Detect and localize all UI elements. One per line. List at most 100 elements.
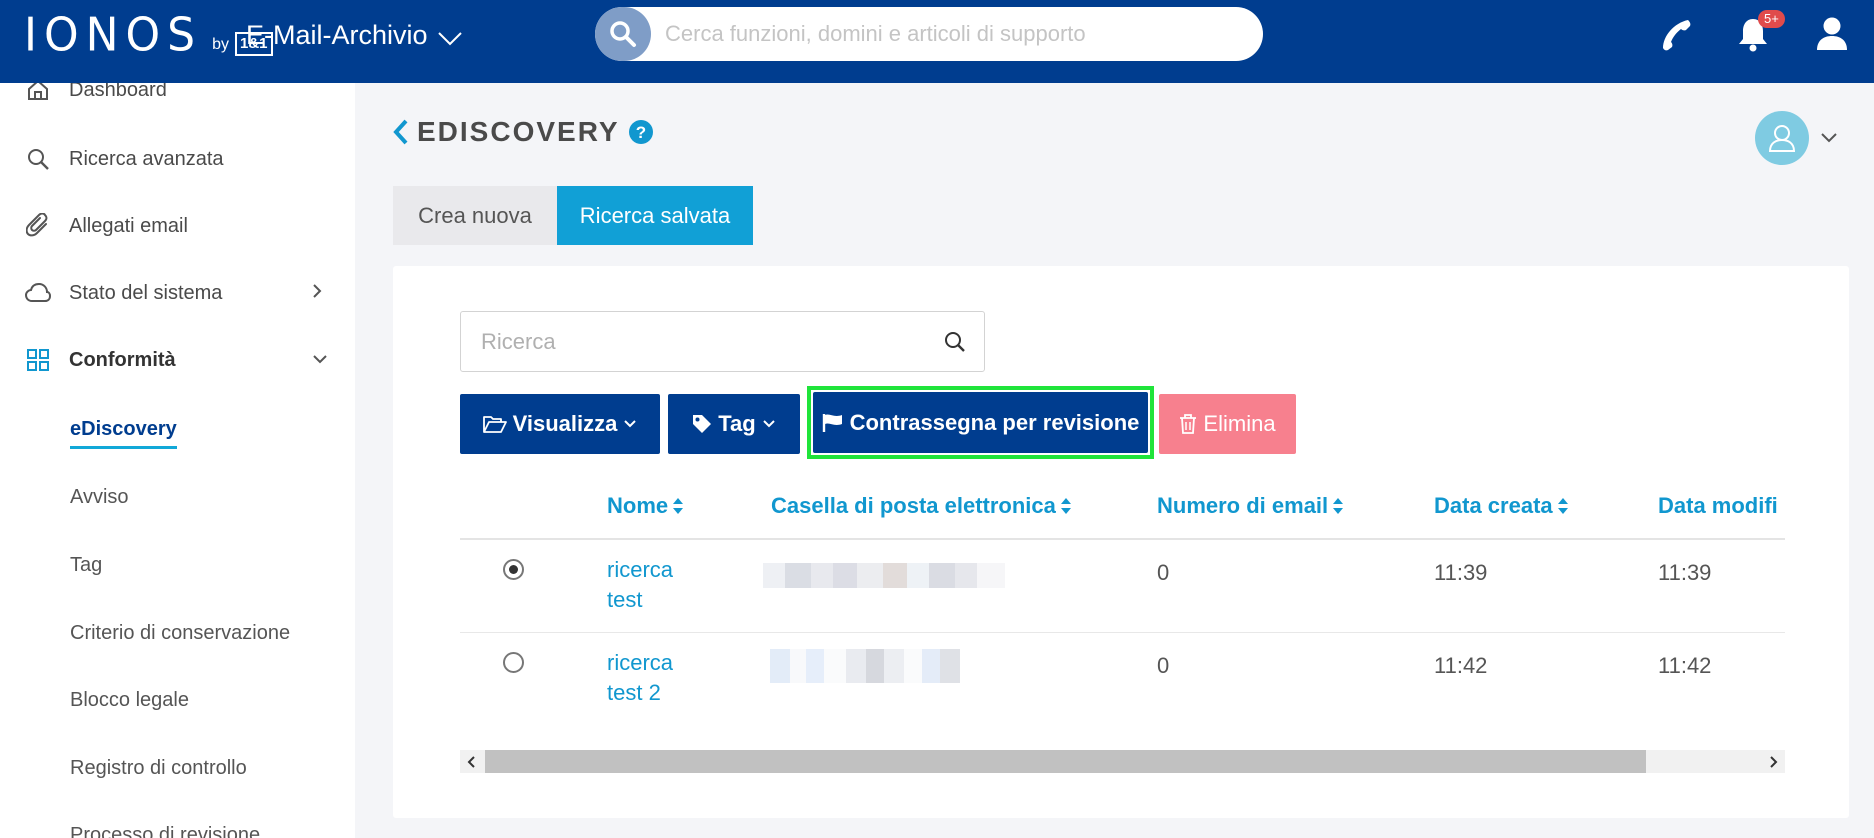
- sidebar-item-label: Ricerca avanzata: [69, 147, 224, 170]
- chevron-right-icon: [312, 283, 322, 304]
- saved-search-table: Nome Casella di posta elettronica Numero…: [460, 480, 1785, 725]
- sidebar-item-advanced-search[interactable]: Ricerca avanzata: [0, 134, 355, 184]
- logo-text: IONOS: [24, 8, 203, 63]
- back-chevron-icon[interactable]: [393, 119, 409, 145]
- column-header-label: Nome: [607, 493, 669, 518]
- search-name-link[interactable]: ricerca test: [607, 555, 697, 615]
- sidebar-subitem-tag[interactable]: Tag: [70, 554, 102, 577]
- row-select-radio[interactable]: [503, 652, 524, 673]
- modified-date: 11:42: [1658, 653, 1712, 678]
- flag-icon: [822, 413, 842, 432]
- sidebar-item-label: Conformità: [69, 348, 176, 371]
- search-name-line: ricerca: [607, 557, 674, 582]
- phone-icon[interactable]: [1659, 16, 1695, 57]
- sort-icon: [1333, 498, 1344, 514]
- sidebar-item-system-status[interactable]: Stato del sistema: [0, 268, 355, 318]
- column-header-label: Data modifi: [1658, 493, 1778, 518]
- tab-saved-search[interactable]: Ricerca salvata: [557, 186, 753, 245]
- row-divider: [460, 632, 1785, 633]
- flag-button-label: Contrassegna per revisione: [849, 409, 1140, 435]
- delete-button[interactable]: Elimina: [1159, 394, 1296, 454]
- app-switcher[interactable]: E-Mail-Archivio: [246, 20, 462, 51]
- page-header: EDISCOVERY ?: [393, 116, 654, 148]
- chevron-down-icon[interactable]: [1820, 132, 1838, 144]
- sidebar-item-label: Stato del sistema: [69, 281, 223, 304]
- column-header-modified[interactable]: Data modifi: [1658, 493, 1778, 519]
- ionos-logo[interactable]: IONOS by 1&1: [24, 8, 273, 63]
- sidebar-subitem-retention-policy[interactable]: Criterio di conservazione: [70, 622, 290, 645]
- trash-icon: [1180, 414, 1197, 434]
- search-name-line: ricerca: [607, 650, 674, 675]
- global-search: [595, 7, 1263, 61]
- chevron-down-icon: [624, 420, 637, 428]
- sidebar-item-dashboard[interactable]: Dashboard: [0, 83, 355, 115]
- sidebar-item-compliance[interactable]: Conformità: [0, 335, 355, 385]
- logo-by-text: by: [212, 36, 229, 53]
- sort-icon: [1060, 498, 1071, 514]
- table-search-input[interactable]: [481, 327, 921, 357]
- header-divider: [460, 538, 1785, 540]
- redacted-mailbox: [763, 563, 1005, 588]
- modified-date: 11:39: [1658, 560, 1712, 585]
- account-avatar[interactable]: [1755, 111, 1809, 165]
- created-date: 11:39: [1434, 560, 1488, 585]
- sidebar-item-attachments[interactable]: Allegati email: [0, 201, 355, 251]
- row-select-radio[interactable]: [503, 559, 524, 580]
- page-title: EDISCOVERY: [417, 116, 620, 147]
- app-name: E-Mail-Archivio: [246, 20, 428, 50]
- notification-badge: 5+: [1758, 10, 1785, 28]
- column-header-mailbox[interactable]: Casella di posta elettronica: [771, 493, 1072, 519]
- column-header-created[interactable]: Data creata: [1434, 493, 1569, 519]
- tag-icon: [693, 415, 712, 433]
- column-header-label: Data creata: [1434, 493, 1553, 518]
- column-header-label: Numero di email: [1157, 493, 1329, 518]
- global-search-input[interactable]: [665, 17, 1245, 51]
- help-icon[interactable]: ?: [628, 119, 654, 145]
- scroll-right-icon[interactable]: [1761, 750, 1785, 773]
- grid-icon: [24, 346, 52, 374]
- user-outline-icon: [1768, 125, 1796, 152]
- sidebar-subitem-legal-hold[interactable]: Blocco legale: [70, 689, 189, 712]
- sidebar-subitem-review-process[interactable]: Processo di revisione: [70, 824, 260, 838]
- delete-button-label: Elimina: [1203, 411, 1276, 436]
- sidebar-item-label: Dashboard: [69, 83, 167, 101]
- column-header-label: Casella di posta elettronica: [771, 493, 1056, 518]
- cloud-icon: [24, 279, 52, 307]
- view-dropdown-button[interactable]: Visualizza: [460, 394, 660, 454]
- column-header-email-count[interactable]: Numero di email: [1157, 493, 1344, 519]
- home-icon: [24, 83, 52, 104]
- sidebar: Dashboard Ricerca avanzata Allegati emai…: [0, 83, 355, 838]
- email-count: 0: [1157, 560, 1170, 585]
- flag-for-review-button[interactable]: Contrassegna per revisione: [813, 392, 1148, 453]
- sort-icon: [673, 498, 684, 514]
- search-icon[interactable]: [595, 7, 651, 61]
- column-header-name[interactable]: Nome: [607, 493, 684, 519]
- chevron-down-icon: [312, 351, 328, 369]
- sort-icon: [1557, 498, 1568, 514]
- view-button-label: Visualizza: [512, 411, 618, 436]
- redacted-mailbox: [770, 649, 960, 683]
- tab-create-new[interactable]: Crea nuova: [393, 186, 557, 245]
- chevron-down-icon: [763, 420, 775, 428]
- user-icon[interactable]: [1815, 16, 1849, 57]
- sidebar-subitem-ediscovery[interactable]: eDiscovery: [70, 418, 177, 449]
- tag-button-label: Tag: [718, 411, 756, 436]
- sidebar-subitem-avviso[interactable]: Avviso: [70, 486, 129, 509]
- email-count: 0: [1157, 653, 1170, 678]
- search-name-line: test: [607, 587, 643, 612]
- search-name-line: test 2: [607, 680, 661, 705]
- search-icon: [24, 145, 52, 173]
- search-name-link[interactable]: ricerca test 2: [607, 648, 697, 708]
- horizontal-scrollbar[interactable]: [460, 750, 1785, 773]
- tag-dropdown-button[interactable]: Tag: [668, 394, 800, 454]
- folder-open-icon: [482, 416, 507, 433]
- sidebar-subitem-audit-log[interactable]: Registro di controllo: [70, 757, 247, 780]
- chevron-down-icon: [437, 31, 462, 45]
- scrollbar-thumb[interactable]: [485, 750, 1646, 773]
- table-search: [460, 311, 985, 372]
- svg-text:?: ?: [635, 123, 645, 142]
- created-date: 11:42: [1434, 653, 1488, 678]
- paperclip-icon: [24, 212, 52, 240]
- search-icon[interactable]: [944, 331, 966, 353]
- scroll-left-icon[interactable]: [460, 750, 484, 773]
